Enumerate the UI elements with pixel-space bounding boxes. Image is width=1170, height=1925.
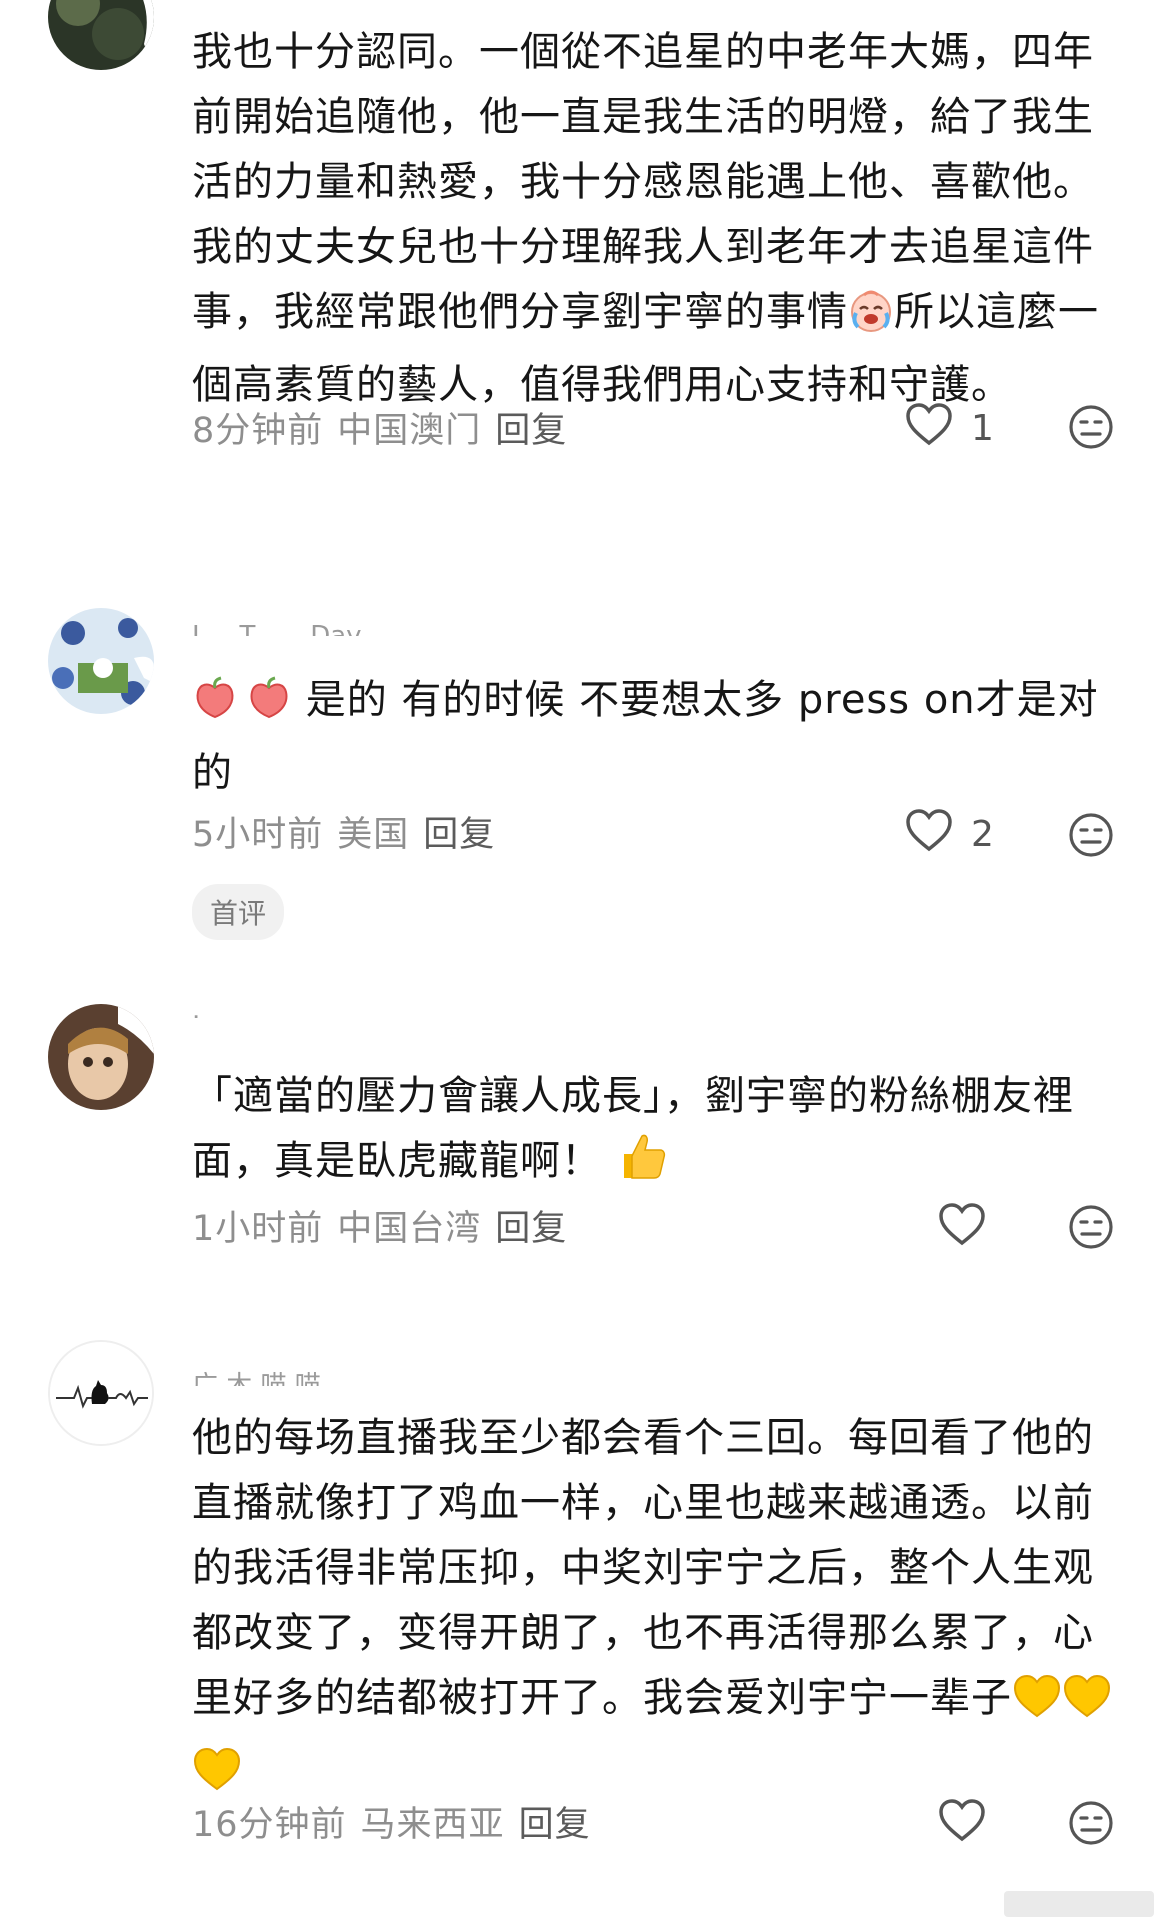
reply-button[interactable]: 回复 <box>423 815 495 855</box>
username[interactable]: · <box>192 1000 200 1018</box>
yellow-heart-icon <box>1012 1673 1062 1739</box>
heart-icon <box>938 1798 986 1851</box>
comment-time: 8分钟前 <box>192 411 324 451</box>
comment-text: 「適當的壓力會讓人成長」，劉宇寧的粉絲棚友裡面，真是臥虎藏龍啊！ <box>192 1064 1122 1202</box>
comment-text: 我也十分認同。一個從不追星的中老年大媽，四年前開始追隨他，他一直是我生活的明燈，… <box>192 29 1099 408</box>
heart-icon <box>905 402 953 455</box>
reply-button[interactable]: 回复 <box>495 1209 567 1249</box>
neutral-face-icon[interactable] <box>1068 1800 1114 1850</box>
comment-meta: 16分钟前 马来西亚 回复 <box>192 1796 605 1847</box>
like-button[interactable] <box>938 1798 986 1851</box>
comment-location: 中国台湾 <box>337 1209 482 1249</box>
comment-location: 美国 <box>337 815 410 855</box>
comment-meta: 8分钟前 中国澳门 回复 <box>192 402 581 453</box>
reply-button[interactable]: 回复 <box>519 1805 591 1845</box>
comment-meta: 1小时前 中国台湾 回复 <box>192 1200 581 1251</box>
username[interactable]: L... T... ...Day <box>192 618 362 636</box>
thumbs-up-icon <box>616 1130 668 1202</box>
watermark <box>1004 1891 1154 1917</box>
heart-icon <box>905 808 953 861</box>
avatar[interactable] <box>48 1004 154 1110</box>
username[interactable]: 广 木 喵 喵 <box>192 1368 321 1386</box>
neutral-face-icon[interactable] <box>1068 404 1114 454</box>
peach-icon <box>246 675 292 741</box>
like-count: 2 <box>971 814 994 855</box>
comment-time: 5小时前 <box>192 815 324 855</box>
comment-time: 1小时前 <box>192 1209 324 1249</box>
neutral-face-icon[interactable] <box>1068 812 1114 862</box>
crying-laughing-face-icon <box>848 287 894 353</box>
reply-button[interactable]: 回复 <box>495 411 567 451</box>
neutral-face-icon[interactable] <box>1068 1204 1114 1254</box>
like-count: 1 <box>971 408 994 449</box>
avatar[interactable] <box>48 0 154 70</box>
peach-icon <box>192 675 238 741</box>
like-button[interactable]: 1 <box>905 402 994 455</box>
like-button[interactable] <box>938 1202 986 1255</box>
first-comment-badge: 首评 <box>192 884 285 940</box>
comment-location: 马来西亚 <box>360 1805 505 1845</box>
comment-text: 是的 有的时候 不要想太多 press on才是对的 <box>192 675 1099 796</box>
avatar[interactable] <box>48 1340 154 1446</box>
comment-text: 他的每场直播我至少都会看个三回。每回看了他的直播就像打了鸡血一样，心里也越来越通… <box>192 1406 1122 1812</box>
comment-time: 16分钟前 <box>192 1805 347 1845</box>
comment-meta: 5小时前 美国 回复 <box>192 806 509 857</box>
like-button[interactable]: 2 <box>905 808 994 861</box>
avatar[interactable] <box>48 608 154 714</box>
comment-location: 中国澳门 <box>337 411 482 451</box>
heart-icon <box>938 1202 986 1255</box>
yellow-heart-icon <box>1062 1673 1112 1739</box>
